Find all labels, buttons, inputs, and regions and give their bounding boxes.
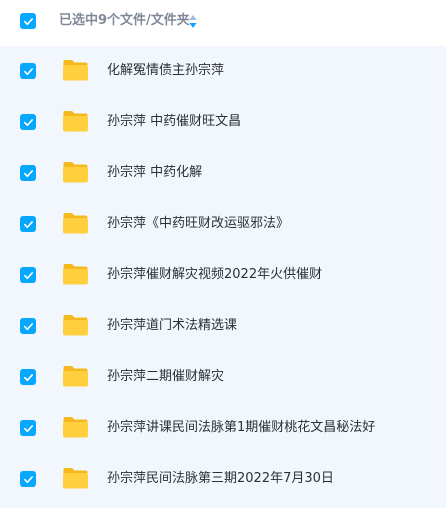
row-checkbox[interactable] [20, 165, 36, 181]
check-icon [23, 118, 33, 126]
row-checkbox[interactable] [20, 471, 36, 487]
folder-icon [63, 213, 88, 234]
check-icon [23, 169, 33, 177]
check-icon [23, 271, 33, 279]
check-icon [23, 424, 33, 432]
folder-icon [63, 111, 88, 132]
folder-icon [63, 366, 88, 387]
row-checkbox[interactable] [20, 114, 36, 130]
folder-icon [63, 417, 88, 438]
check-icon [23, 220, 33, 228]
file-name[interactable]: 孙宗萍《中药旺财改运驱邪法》 [107, 215, 289, 233]
check-icon [23, 475, 33, 483]
file-name[interactable]: 孙宗萍 中药催财旺文昌 [107, 113, 241, 131]
check-icon [23, 17, 33, 25]
selection-header: 已选中9个文件/文件夹 [0, 0, 446, 44]
file-name[interactable]: 孙宗萍 中药化解 [107, 164, 202, 182]
check-icon [23, 373, 33, 381]
file-row[interactable]: 孙宗萍催财解灾视频2022年火供催财 [0, 250, 446, 301]
check-icon [23, 67, 33, 75]
row-checkbox[interactable] [20, 369, 36, 385]
folder-icon [63, 264, 88, 285]
row-checkbox[interactable] [20, 216, 36, 232]
file-name[interactable]: 孙宗萍催财解灾视频2022年火供催财 [107, 266, 322, 284]
file-name[interactable]: 孙宗萍讲课民间法脉第1期催财桃花文昌秘法好 [107, 419, 375, 437]
row-checkbox[interactable] [20, 420, 36, 436]
row-checkbox[interactable] [20, 267, 36, 283]
selection-count-text: 已选中9个文件/文件夹 [59, 13, 190, 28]
file-row[interactable]: 孙宗萍道门术法精选课 [0, 301, 446, 352]
file-name[interactable]: 孙宗萍二期催财解灾 [107, 368, 224, 386]
select-all-checkbox[interactable] [20, 13, 36, 29]
file-row[interactable]: 化解冤情债主孙宗萍 [0, 46, 446, 97]
file-row[interactable]: 孙宗萍二期催财解灾 [0, 352, 446, 403]
file-row[interactable]: 孙宗萍《中药旺财改运驱邪法》 [0, 199, 446, 250]
folder-icon [63, 162, 88, 183]
file-row[interactable]: 孙宗萍 中药化解 [0, 148, 446, 199]
file-name[interactable]: 孙宗萍道门术法精选课 [107, 317, 237, 335]
file-list: 化解冤情债主孙宗萍 孙宗萍 中药催财旺文昌 孙宗萍 中药化解孙宗萍《中药旺财改运驱邪… [0, 46, 446, 508]
folder-icon [63, 315, 88, 336]
sort-icon[interactable] [188, 12, 198, 30]
file-row[interactable]: 孙宗萍 中药催财旺文昌 [0, 97, 446, 148]
file-name[interactable]: 化解冤情债主孙宗萍 [107, 62, 224, 80]
file-row[interactable]: 孙宗萍民间法脉第三期2022年7月30日 [0, 454, 446, 505]
folder-icon [63, 60, 88, 81]
file-name[interactable]: 孙宗萍民间法脉第三期2022年7月30日 [107, 470, 334, 488]
row-checkbox[interactable] [20, 318, 36, 334]
file-row[interactable]: 孙宗萍讲课民间法脉第1期催财桃花文昌秘法好 [0, 403, 446, 454]
folder-icon [63, 468, 88, 489]
check-icon [23, 322, 33, 330]
row-checkbox[interactable] [20, 63, 36, 79]
